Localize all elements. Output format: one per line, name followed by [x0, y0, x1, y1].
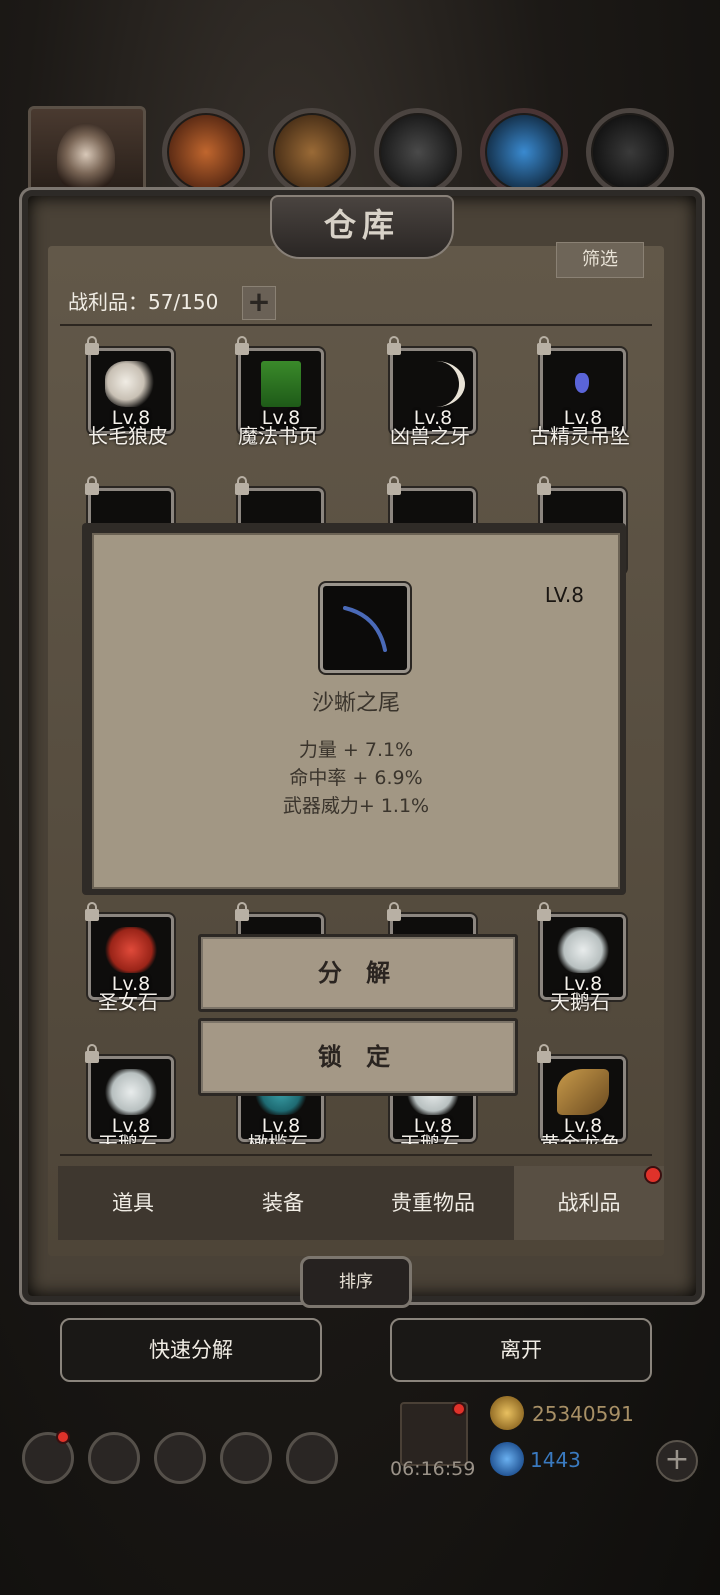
tab-items[interactable]: 道具	[58, 1166, 208, 1240]
gem-amount: 1443	[530, 1448, 581, 1472]
wood-plank-icon[interactable]	[268, 108, 356, 196]
panel-title: 仓库	[270, 195, 454, 259]
capacity-text: 战利品：57/150	[68, 290, 219, 314]
expand-capacity-button[interactable]: +	[242, 286, 276, 320]
item-name: 古精灵吊坠	[530, 424, 630, 448]
category-tabs: 道具 装备 贵重物品 战利品	[58, 1166, 664, 1240]
item-name: 橄榄石	[248, 1132, 308, 1144]
iron-ingot-icon[interactable]	[374, 108, 462, 196]
tab-loot[interactable]: 战利品	[514, 1166, 664, 1240]
red-stone-icon	[105, 927, 157, 973]
notification-badge	[644, 1166, 662, 1184]
tooltip-stat: 武器威力+ 1.1%	[282, 795, 430, 817]
item-tooltip: LV.8 沙蜥之尾 力量 + 7.1% 命中率 + 6.9% 武器威力+ 1.1…	[82, 523, 626, 895]
wolf-fur-icon	[105, 361, 157, 407]
white-stone-icon	[105, 1069, 157, 1115]
golden-horn-icon	[557, 1069, 609, 1115]
lock-icon	[85, 1044, 99, 1063]
mail-icon[interactable]	[220, 1432, 272, 1484]
lock-icon	[537, 476, 551, 495]
sort-button[interactable]: 排序	[300, 1256, 412, 1308]
add-currency-button[interactable]: +	[656, 1440, 698, 1482]
tooltip-stat: 命中率 + 6.9%	[289, 767, 423, 789]
item-name: 天鹅石	[98, 1132, 158, 1144]
gift-timer: 06:16:59	[390, 1458, 476, 1480]
gem-icon	[490, 1442, 524, 1476]
shop-icon[interactable]	[286, 1432, 338, 1484]
item-name: 天鹅石	[400, 1132, 460, 1144]
item-name: 魔法书页	[238, 424, 318, 448]
item-name: 圣女石	[98, 990, 158, 1014]
filter-button[interactable]: 筛选	[556, 242, 644, 278]
lock-button[interactable]: 锁 定	[198, 1018, 518, 1096]
guild-icon[interactable]	[154, 1432, 206, 1484]
dark-metal-icon[interactable]	[586, 108, 674, 196]
lock-icon	[235, 902, 249, 921]
star-icon[interactable]	[88, 1432, 140, 1484]
tooltip-item-slot	[320, 583, 410, 673]
leave-button[interactable]: 离开	[390, 1318, 652, 1382]
tab-equipment[interactable]: 装备	[208, 1166, 358, 1240]
magic-page-icon	[261, 361, 301, 407]
item-name: 长毛狼皮	[88, 424, 168, 448]
lock-icon	[85, 336, 99, 355]
lock-icon	[537, 1044, 551, 1063]
item-name: 天鹅石	[550, 990, 610, 1014]
lock-icon	[235, 336, 249, 355]
divider	[60, 1154, 652, 1156]
lock-icon	[235, 476, 249, 495]
tooltip-body: LV.8 沙蜥之尾 力量 + 7.1% 命中率 + 6.9% 武器威力+ 1.1…	[92, 533, 620, 889]
elf-pendant-icon	[575, 373, 589, 393]
notification-badge	[56, 1430, 70, 1444]
tooltip-level: LV.8	[544, 583, 584, 607]
item-name: 凶兽之牙	[390, 424, 470, 448]
lock-icon	[85, 476, 99, 495]
blue-crystal-icon[interactable]	[480, 108, 568, 196]
tooltip-stat: 力量 + 7.1%	[298, 739, 414, 761]
beast-fang-icon	[407, 361, 465, 407]
lock-icon	[387, 336, 401, 355]
divider	[60, 324, 652, 326]
lizard-tail-icon	[343, 606, 387, 652]
white-stone-icon	[557, 927, 609, 973]
item-name: 黄金龙角	[540, 1132, 620, 1144]
avatar-face	[57, 123, 115, 193]
quick-decompose-button[interactable]: 快速分解	[60, 1318, 322, 1382]
tab-valuables[interactable]: 贵重物品	[358, 1166, 508, 1240]
orange-ore-icon[interactable]	[162, 108, 250, 196]
gold-coin-icon	[490, 1396, 524, 1430]
lock-icon	[387, 476, 401, 495]
lock-icon	[85, 902, 99, 921]
lock-icon	[387, 902, 401, 921]
lock-icon	[537, 902, 551, 921]
notification-badge	[452, 1402, 466, 1416]
tooltip-item-name: 沙蜥之尾	[311, 691, 400, 716]
decompose-button[interactable]: 分 解	[198, 934, 518, 1012]
gold-amount: 25340591	[532, 1402, 634, 1426]
lock-icon	[537, 336, 551, 355]
